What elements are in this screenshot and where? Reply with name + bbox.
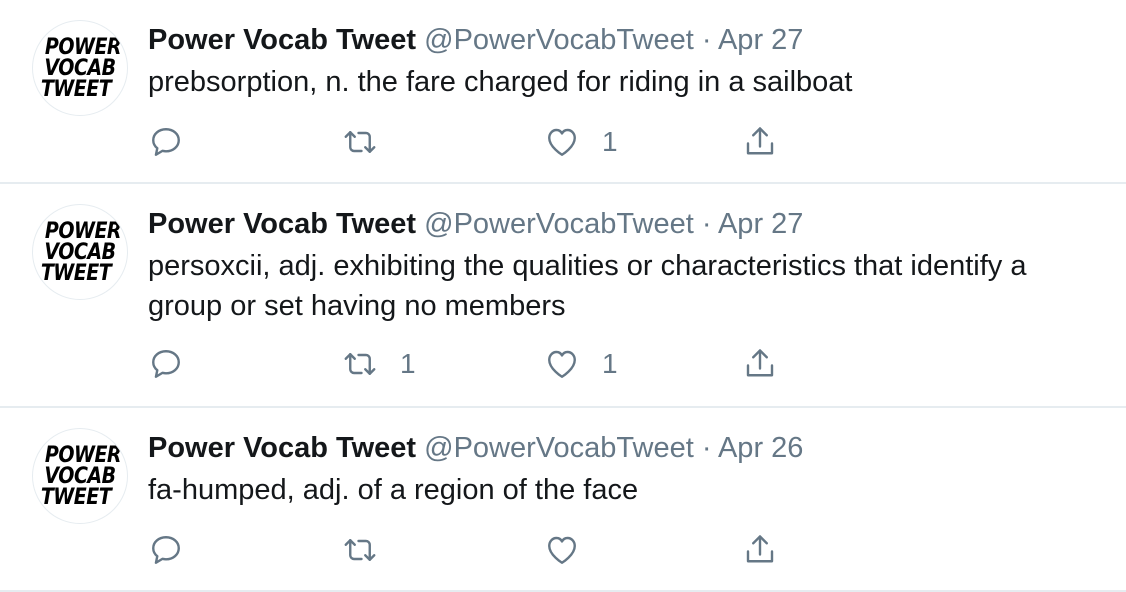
- share-button[interactable]: [742, 344, 778, 384]
- author-name[interactable]: Power Vocab Tweet: [148, 208, 416, 240]
- share-button[interactable]: [742, 122, 778, 162]
- retweet-icon: [344, 353, 376, 375]
- heart-icon: [548, 350, 576, 378]
- avatar-logo-line: TWEET: [40, 75, 112, 102]
- tweet-date[interactable]: Apr 27: [718, 208, 803, 240]
- tweet-actions: 1: [148, 122, 788, 162]
- retweet-icon: [344, 539, 376, 561]
- author-handle[interactable]: @PowerVocabTweet: [424, 24, 694, 56]
- author-name[interactable]: Power Vocab Tweet: [148, 432, 416, 464]
- author-handle[interactable]: @PowerVocabTweet: [424, 432, 694, 464]
- tweet-feed: POWER VOCAB TWEET Power Vocab Tweet @Pow…: [0, 0, 1126, 592]
- tweet-text: fa-humped, adj. of a region of the face: [148, 474, 639, 506]
- tweet-header: Power Vocab Tweet @PowerVocabTweet · Apr…: [148, 206, 1106, 242]
- tweet-content: Power Vocab Tweet @PowerVocabTweet · Apr…: [148, 22, 1106, 102]
- reply-icon: [152, 536, 180, 564]
- avatar-logo-line: TWEET: [40, 483, 112, 510]
- separator: ·: [701, 208, 712, 240]
- like-button[interactable]: 1: [544, 344, 618, 384]
- avatar-logo-line: TWEET: [40, 259, 112, 286]
- separator: ·: [701, 432, 712, 464]
- retweet-button[interactable]: [342, 122, 400, 162]
- like-count: 1: [602, 126, 618, 157]
- avatar[interactable]: POWER VOCAB TWEET: [32, 20, 128, 116]
- reply-icon: [152, 128, 180, 156]
- tweet-text: prebsorption, n. the fare charged for ri…: [148, 66, 853, 98]
- retweet-button[interactable]: [342, 530, 400, 570]
- tweet-text: persoxcii, adj. exhibiting the qualities…: [148, 250, 1027, 322]
- reply-button[interactable]: [148, 530, 184, 570]
- author-handle[interactable]: @PowerVocabTweet: [424, 208, 694, 240]
- tweet-date[interactable]: Apr 27: [718, 24, 803, 56]
- tweet-content: Power Vocab Tweet @PowerVocabTweet · Apr…: [148, 206, 1106, 326]
- share-icon: [746, 349, 774, 377]
- separator: ·: [701, 24, 712, 56]
- retweet-button[interactable]: 1: [342, 344, 416, 384]
- author-name[interactable]: Power Vocab Tweet: [148, 24, 416, 56]
- heart-icon: [548, 536, 576, 564]
- tweet-date[interactable]: Apr 26: [718, 432, 803, 464]
- retweet-icon: [344, 131, 376, 153]
- reply-icon: [152, 350, 180, 378]
- like-button[interactable]: [544, 530, 602, 570]
- tweet-header: Power Vocab Tweet @PowerVocabTweet · Apr…: [148, 430, 1106, 466]
- tweet-actions: [148, 530, 788, 570]
- avatar[interactable]: POWER VOCAB TWEET: [32, 204, 128, 300]
- retweet-count: 1: [400, 348, 416, 379]
- tweet[interactable]: POWER VOCAB TWEET Power Vocab Tweet @Pow…: [0, 0, 1126, 184]
- tweet[interactable]: POWER VOCAB TWEET Power Vocab Tweet @Pow…: [0, 184, 1126, 408]
- tweet-actions: 1 1: [148, 344, 788, 384]
- tweet-header: Power Vocab Tweet @PowerVocabTweet · Apr…: [148, 22, 1106, 58]
- avatar[interactable]: POWER VOCAB TWEET: [32, 428, 128, 524]
- like-button[interactable]: 1: [544, 122, 618, 162]
- heart-icon: [548, 128, 576, 156]
- like-count: 1: [602, 348, 618, 379]
- tweet-content: Power Vocab Tweet @PowerVocabTweet · Apr…: [148, 430, 1106, 510]
- share-icon: [746, 535, 774, 563]
- share-button[interactable]: [742, 530, 778, 570]
- tweet[interactable]: POWER VOCAB TWEET Power Vocab Tweet @Pow…: [0, 408, 1126, 592]
- reply-button[interactable]: [148, 344, 184, 384]
- share-icon: [746, 127, 774, 155]
- reply-button[interactable]: [148, 122, 184, 162]
